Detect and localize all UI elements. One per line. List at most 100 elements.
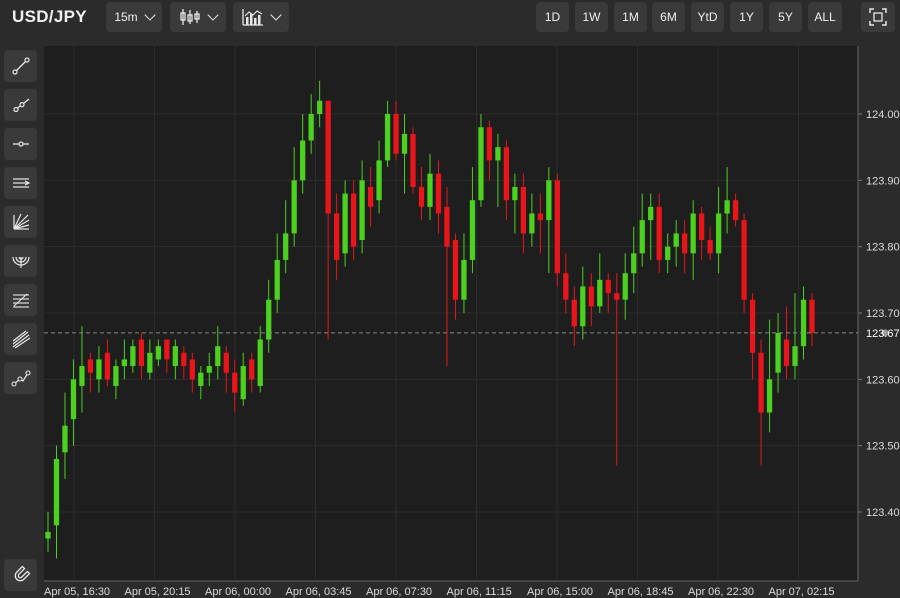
candle-body	[410, 133, 416, 187]
range-1m[interactable]: 1M	[614, 2, 647, 32]
fib-arc-tool[interactable]	[4, 245, 37, 277]
parallel-channel-tool[interactable]	[4, 167, 37, 199]
candle-body	[529, 213, 535, 234]
candle-body	[478, 127, 484, 201]
candle-body	[495, 147, 501, 161]
fib-retracement-tool[interactable]	[4, 284, 37, 316]
candle-body	[690, 213, 696, 254]
candle-body	[87, 359, 94, 373]
candle-body	[656, 206, 662, 260]
candle-body	[359, 180, 365, 241]
range-1w[interactable]: 1W	[575, 2, 608, 32]
magnet-icon	[14, 565, 30, 582]
candle-body	[503, 147, 510, 201]
candle-body	[699, 213, 705, 241]
candle-body	[393, 114, 399, 154]
candle-body	[724, 200, 730, 214]
candlestick-icon	[180, 9, 200, 25]
candle-body	[70, 379, 77, 420]
candle-body	[232, 372, 238, 393]
interval-selector[interactable]: 15m	[106, 2, 162, 32]
y-tick-label: 123.60	[866, 374, 900, 386]
x-tick-label: Apr 05, 16:30	[44, 586, 111, 598]
drawing-toolbar	[0, 38, 42, 597]
y-tick-label: 123.80	[866, 242, 900, 254]
candle-body	[537, 213, 543, 221]
candle-body	[79, 366, 85, 386]
candle-body	[376, 160, 382, 201]
ray-tool[interactable]	[4, 89, 37, 121]
indicators-selector[interactable]	[233, 2, 289, 32]
candlestick-chart[interactable]: 124.00 123.90 123.80 123.70 123.60 123.50 123.…	[44, 46, 900, 597]
candle-body	[206, 366, 212, 373]
candle-body	[189, 359, 195, 380]
magnet-tool[interactable]	[4, 559, 37, 591]
chart-type-selector[interactable]	[170, 2, 226, 32]
trend-line-tool[interactable]	[4, 50, 37, 82]
candle-body	[639, 220, 645, 254]
candle-body	[469, 200, 476, 260]
candle-body	[249, 359, 255, 380]
candle-body	[732, 200, 739, 221]
candle-body	[682, 233, 688, 254]
pitchfork-icon	[12, 330, 30, 349]
candle-body	[452, 240, 459, 300]
x-tick-label: Apr 06, 22:30	[688, 586, 755, 598]
range-all[interactable]: ALL	[808, 2, 842, 32]
fib-fan-tool[interactable]	[4, 206, 37, 238]
pitchfork-tool[interactable]	[4, 323, 37, 355]
candle-body	[741, 220, 747, 300]
range-1d[interactable]: 1D	[536, 2, 569, 32]
candle-body	[418, 186, 425, 207]
range-5y[interactable]: 5Y	[769, 2, 802, 32]
candle-body	[588, 286, 594, 307]
candle-body	[342, 193, 348, 254]
candle-body	[665, 246, 671, 260]
chart-panel[interactable]: 124.00 123.90 123.80 123.70 123.60 123.50 123.…	[44, 46, 900, 598]
candle-body	[512, 186, 518, 201]
y-tick-label: 123.70	[866, 308, 900, 320]
candle-body	[62, 425, 68, 453]
x-tick-label: Apr 06, 03:45	[285, 586, 352, 598]
candle-body	[240, 366, 246, 400]
trend-line-icon	[11, 57, 30, 75]
candle-body	[435, 173, 442, 214]
x-tick-label: Apr 06, 18:45	[607, 586, 674, 598]
chevron-down-icon	[270, 9, 282, 21]
candle-body	[53, 458, 60, 526]
candle-body	[317, 100, 323, 114]
horizontal-line-tool[interactable]	[4, 128, 37, 160]
y-tick-label: 124.00	[866, 109, 900, 121]
interval-label: 15m	[114, 10, 138, 24]
candle-body	[800, 299, 807, 347]
fullscreen-button[interactable]	[861, 2, 895, 32]
candle-body	[673, 233, 679, 247]
chevron-down-icon	[144, 9, 156, 21]
candle-body	[614, 293, 620, 300]
x-tick-label: Apr 06, 00:00	[205, 586, 272, 598]
candle-body	[775, 332, 781, 373]
x-tick-label: Apr 06, 15:00	[527, 586, 594, 598]
y-tick-label: 123.50	[866, 441, 900, 453]
candle-body	[96, 359, 102, 380]
range-ytd[interactable]: YtD	[691, 2, 724, 32]
candle-body	[215, 346, 221, 367]
candle-body	[758, 352, 764, 413]
candle-body	[631, 253, 637, 274]
range-6m[interactable]: 6M	[652, 2, 685, 32]
candle-body	[155, 346, 161, 360]
candle-body	[563, 273, 569, 300]
current-price-label: 123.67	[866, 328, 900, 340]
candle-body	[401, 133, 408, 154]
candle-body	[622, 273, 628, 300]
candle-body	[597, 279, 603, 307]
candle-body	[486, 127, 493, 161]
y-tick-label: 123.90	[866, 175, 900, 187]
range-1y[interactable]: 1Y	[730, 2, 763, 32]
candle-body	[367, 186, 374, 207]
candle-body	[130, 346, 136, 367]
ray-icon	[12, 98, 29, 113]
y-tick-label: 123.40	[866, 507, 900, 519]
path-tool[interactable]	[4, 362, 37, 394]
candle-body	[164, 339, 170, 360]
